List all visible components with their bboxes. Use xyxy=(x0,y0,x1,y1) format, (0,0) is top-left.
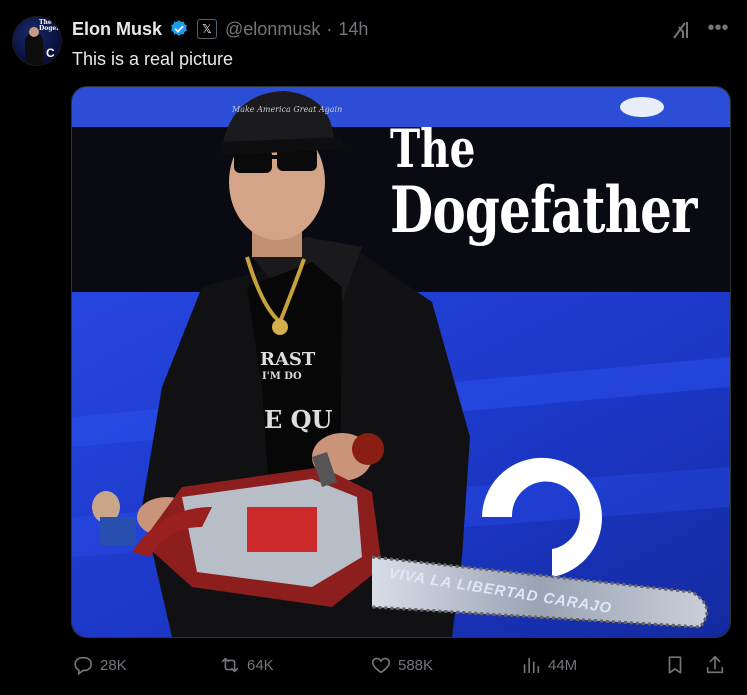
author-handle[interactable]: @elonmusk xyxy=(225,19,320,40)
tweet-actions: 28K 64K 588K 44M xyxy=(72,650,737,680)
shirt-text-2: I'M DO xyxy=(262,371,302,382)
like-button[interactable]: 588K xyxy=(370,650,433,680)
dogefather-overlay-title: The Dogefather xyxy=(390,122,697,244)
reply-button[interactable]: 28K xyxy=(72,650,127,680)
more-icon[interactable]: ••• xyxy=(704,16,732,44)
views-button[interactable]: 44M xyxy=(520,650,577,680)
repost-button[interactable]: 64K xyxy=(219,650,274,680)
like-count: 588K xyxy=(398,656,434,674)
view-count: 44M xyxy=(548,656,578,674)
overlay-title-line1: The xyxy=(390,119,476,180)
heart-icon xyxy=(371,657,391,674)
bookmark-icon xyxy=(668,656,682,674)
shirt-text-1: RAST xyxy=(260,349,316,370)
share-icon xyxy=(706,655,724,674)
timestamp[interactable]: 14h xyxy=(338,19,368,40)
author-name[interactable]: Elon Musk xyxy=(72,19,162,40)
avatar-head xyxy=(29,27,39,37)
shirt-text-3: E QU xyxy=(264,405,333,434)
views-icon xyxy=(523,657,540,674)
avatar-logo-text: The Dogefa xyxy=(39,19,62,32)
tweet-media-image[interactable]: The Dogefather RAST I'M DO E QU Make Ame… xyxy=(71,86,731,638)
reply-icon xyxy=(74,656,93,676)
avatar[interactable]: The Dogefa C xyxy=(12,16,62,66)
separator-dot: · xyxy=(326,18,333,39)
avatar-letter: C xyxy=(46,46,55,60)
avatar-figure xyxy=(25,33,43,65)
tweet-header: Elon Musk 𝕏 @elonmusk · 14h xyxy=(72,17,368,41)
overlay-title-line2: Dogefather xyxy=(390,173,697,248)
tweet[interactable]: The Dogefa C Elon Musk 𝕏 @elonmusk · 14h… xyxy=(0,0,747,695)
reply-count: 28K xyxy=(100,656,127,674)
share-button[interactable] xyxy=(704,650,726,680)
repost-icon xyxy=(221,657,239,673)
repost-count: 64K xyxy=(247,656,274,674)
grok-icon[interactable] xyxy=(670,18,694,42)
affiliate-badge-icon[interactable]: 𝕏 xyxy=(197,19,218,39)
tweet-text: This is a real picture xyxy=(72,49,234,69)
hat-text: Make America Great Again xyxy=(232,105,343,114)
bookmark-button[interactable] xyxy=(664,650,686,680)
verified-badge-icon[interactable] xyxy=(169,19,189,39)
